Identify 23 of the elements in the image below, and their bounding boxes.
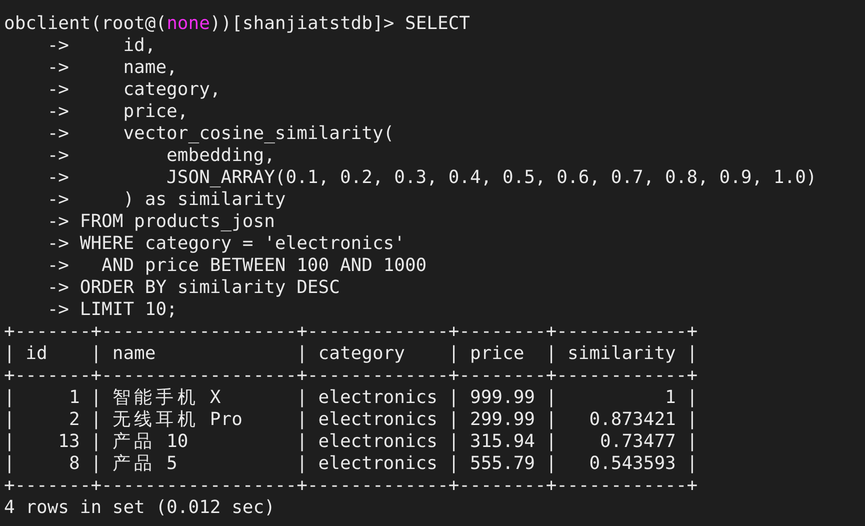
query-line: -> AND price BETWEEN 100 AND 1000 [46,255,427,277]
query-line: -> vector_cosine_similarity( [46,123,394,145]
query-line: -> category, [46,79,221,101]
table-row: | 1 | 智能手机 X | electronics | 999.99 | 1 | [4,387,698,409]
query-line: -> LIMIT 10; [46,299,178,321]
query-line: -> name, [46,57,178,79]
query-line: -> id, [46,35,156,57]
result-summary: 4 rows in set (0.012 sec) [4,497,275,519]
table-header-row: | id | name | category | price | similarity | [4,343,698,365]
table-row: | 8 | 产品 5 | electronics | 555.79 | 0.543593 | [4,453,698,475]
query-line: -> price, [46,101,188,123]
table-rule: +-------+------------------+-------------+--------+------------+ [4,365,698,387]
query-line: -> FROM products_josn [46,211,275,233]
query-line: -> ORDER BY similarity DESC [46,277,340,299]
query-line: -> JSON_ARRAY(0.1, 0.2, 0.3, 0.4, 0.5, 0.6, 0.7, 0.8, 0.9, 1.0) [46,167,817,189]
query-line: -> ) as similarity [46,189,286,211]
table-row: | 13 | 产品 10 | electronics | 315.94 | 0.73477 | [4,431,698,453]
query-line: -> WHERE category = 'electronics' [46,233,405,255]
query-line: -> embedding, [46,145,275,167]
table-row: | 2 | 无线耳机 Pro | electronics | 299.99 | 0.873421 | [4,409,698,431]
command-prompt-line: obclient(root@(none))[shanjiatstdb]> SELECT [4,13,470,35]
table-rule: +-------+------------------+-------------+--------+------------+ [4,321,698,343]
table-rule: +-------+------------------+-------------+--------+------------+ [4,475,698,497]
